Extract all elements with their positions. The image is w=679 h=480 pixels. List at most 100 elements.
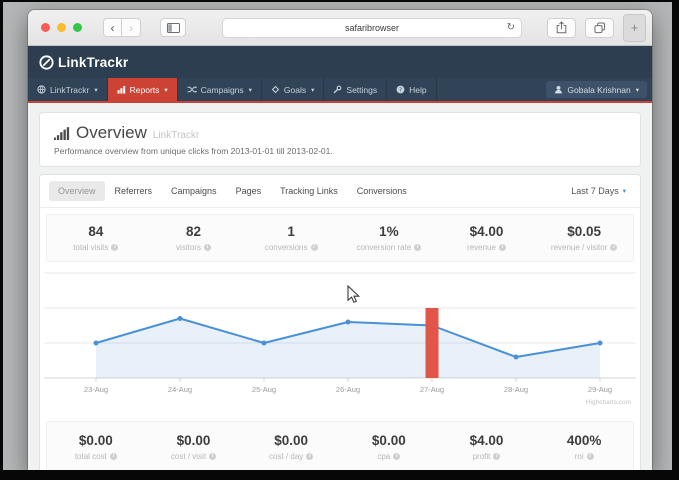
overview-area-chart[interactable]: 23-Aug24-Aug25-Aug26-Aug27-Aug28-Aug29-A… [40, 272, 640, 404]
svg-text:29-Aug: 29-Aug [588, 385, 612, 394]
nav-item-label: Help [409, 85, 426, 95]
reload-icon[interactable]: ↻ [507, 23, 515, 33]
help-icon: ? [396, 85, 405, 94]
caret-down-icon: ▾ [94, 86, 97, 94]
stat-visitors: 82 visitorsi [145, 224, 243, 252]
nav-item-settings[interactable]: Settings [324, 78, 387, 101]
page-subtitle: Performance overview from unique clicks … [54, 146, 626, 156]
nav-item-campaigns[interactable]: Campaigns▾ [178, 78, 262, 101]
info-icon[interactable]: i [204, 244, 211, 251]
stat-value: $0.00 [145, 433, 243, 448]
info-icon[interactable]: i [111, 244, 118, 251]
stat-cost-day: $0.00cost / dayi [242, 433, 340, 461]
tab-pages[interactable]: Pages [227, 181, 271, 201]
stat-value: $0.00 [340, 433, 438, 448]
info-icon[interactable]: i [414, 244, 421, 251]
stat-roi: 400%roii [535, 433, 633, 461]
tab-conversions[interactable]: Conversions [348, 181, 416, 201]
nav-item-reports[interactable]: Reports▾ [108, 78, 178, 101]
caret-down-icon: ▾ [636, 86, 639, 94]
show-tabs-button[interactable] [585, 18, 614, 38]
stat-value: 1% [340, 224, 438, 239]
main-nav: LinkTrackr▾Reports▾Campaigns▾Goals▾Setti… [28, 78, 652, 103]
stat-value: $0.05 [535, 224, 633, 239]
tab-referrers[interactable]: Referrers [106, 181, 162, 201]
info-icon[interactable]: i [311, 244, 318, 251]
stat-revenue-visitor: $0.05 revenue / visitori [535, 224, 633, 252]
stat-label: conversions [265, 243, 308, 252]
info-icon[interactable]: i [493, 453, 500, 460]
info-icon[interactable]: i [306, 453, 313, 460]
address-text: safaribrowser [345, 23, 399, 33]
stat-label: total visits [73, 243, 108, 252]
stat-cost-visit: $0.00 cost / visiti [145, 433, 243, 461]
page-title: Overview [76, 123, 147, 143]
stats-top: 84total visitsi82visitorsi1conversionsi1… [46, 214, 634, 262]
sidebar-icon [167, 23, 180, 33]
stat-value: $4.00 [438, 433, 536, 448]
stat-label: cost / day [269, 452, 303, 461]
highcharts-credit[interactable]: Highcharts.com [586, 399, 631, 406]
safari-window: ‹ › safaribrowser ↻ + [28, 10, 652, 470]
stat-value: 400% [535, 433, 633, 448]
nav-item-goals[interactable]: Goals▾ [262, 78, 324, 101]
stat-label: profit [473, 452, 491, 461]
browser-toolbar: ‹ › safaribrowser ↻ + [28, 10, 652, 46]
diamond-icon [271, 85, 280, 94]
stat-label: cost / visit [171, 452, 206, 461]
info-icon[interactable]: i [587, 453, 594, 460]
info-icon[interactable]: i [110, 453, 117, 460]
stat-label: revenue [467, 243, 496, 252]
overview-chart-icon [54, 127, 70, 140]
stats-bottom: $0.00total costi$0.00cost / visiti$0.00c… [46, 421, 634, 470]
svg-text:24-Aug: 24-Aug [168, 385, 192, 394]
window-controls [41, 23, 82, 32]
history-nav: ‹ › [103, 18, 141, 37]
window-close-button[interactable] [41, 23, 50, 32]
share-button[interactable] [547, 18, 576, 38]
stat-label: total cost [75, 452, 107, 461]
stat-value: 1 [242, 224, 340, 239]
nav-item-label: LinkTrackr [50, 85, 89, 95]
caret-down-icon: ▾ [311, 86, 314, 94]
title-card: Overview LinkTrackr Performance overview… [39, 112, 641, 167]
info-icon[interactable]: i [209, 453, 216, 460]
tabs-row: OverviewReferrersCampaignsPagesTracking … [40, 175, 640, 208]
desktop-background: ‹ › safaribrowser ↻ + [3, 2, 672, 470]
nav-item-linktrackr[interactable]: LinkTrackr ▾ [28, 78, 108, 101]
stat-value: 82 [145, 224, 243, 239]
chart-section[interactable]: 23-Aug24-Aug25-Aug26-Aug27-Aug28-Aug29-A… [40, 262, 640, 414]
page-content: Overview LinkTrackr Performance overview… [28, 103, 652, 470]
back-button[interactable]: ‹ [103, 18, 122, 37]
caret-down-icon: ▾ [164, 86, 167, 94]
stat-value: 84 [47, 224, 145, 239]
address-bar[interactable]: safaribrowser ↻ [222, 18, 522, 38]
stat-conversions: 1 conversionsi [242, 224, 340, 252]
new-tab-button[interactable]: + [623, 14, 646, 42]
svg-text:25-Aug: 25-Aug [252, 385, 276, 394]
info-icon[interactable]: i [499, 244, 506, 251]
sidebar-toggle-button[interactable] [160, 18, 186, 37]
info-icon[interactable]: i [610, 244, 617, 251]
stat-label: conversion rate [356, 243, 411, 252]
tab-tracking-links[interactable]: Tracking Links [271, 181, 347, 201]
date-range-dropdown[interactable]: Last 7 Days ▾ [571, 186, 631, 196]
stat-label: visitors [176, 243, 201, 252]
svg-text:26-Aug: 26-Aug [336, 385, 360, 394]
stat-label: revenue / visitor [551, 243, 607, 252]
forward-button[interactable]: › [122, 18, 141, 37]
tab-campaigns[interactable]: Campaigns [162, 181, 226, 201]
user-menu-button[interactable]: Gobala Krishnan ▾ [546, 81, 647, 98]
stat-total-visits: 84 total visitsi [47, 224, 145, 252]
user-name: Gobala Krishnan [567, 85, 630, 95]
linktrackr-logo[interactable]: LinkTrackr [38, 54, 128, 71]
nav-item-help[interactable]: ? Help [387, 78, 436, 101]
info-icon[interactable]: i [393, 453, 400, 460]
window-minimize-button[interactable] [57, 23, 66, 32]
tab-overview[interactable]: Overview [49, 181, 105, 201]
window-zoom-button[interactable] [73, 23, 82, 32]
logo-text: LinkTrackr [58, 55, 128, 70]
stat-label: cpa [377, 452, 390, 461]
shuffle-icon [187, 85, 197, 94]
nav-item-label: Campaigns [201, 85, 244, 95]
